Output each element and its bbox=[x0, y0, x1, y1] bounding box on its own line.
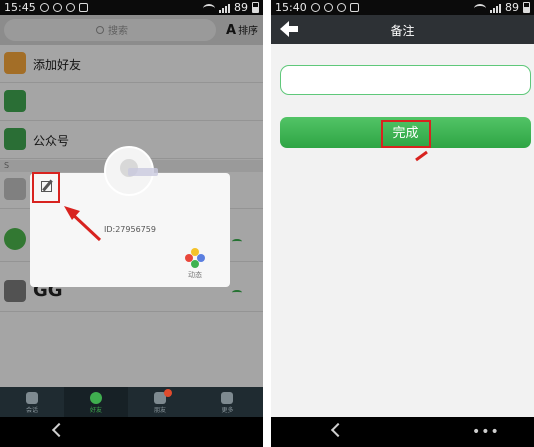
system-nav-bar: ••• bbox=[271, 417, 534, 447]
friends-screen: 15:45 89 搜索 A 排序 添加好友 公众号 S GG ID:279567… bbox=[0, 0, 263, 447]
more-icon bbox=[221, 392, 233, 404]
tab-bar: 会话 好友 朋友 更多 bbox=[0, 387, 263, 417]
tab-label: 好友 bbox=[89, 407, 102, 414]
tab-label: 朋友 bbox=[153, 407, 166, 414]
annotation-arrow bbox=[415, 150, 428, 162]
tab-more[interactable]: 更多 bbox=[192, 387, 263, 417]
tab-label: 会话 bbox=[25, 407, 38, 414]
notification-badge bbox=[164, 389, 172, 397]
chat-icon bbox=[26, 392, 38, 404]
remark-screen: 15:40 89 备注 完成 ••• bbox=[271, 0, 534, 447]
more-options-icon[interactable]: ••• bbox=[472, 424, 500, 440]
tab-label: 更多 bbox=[221, 407, 234, 414]
arrow-shaft bbox=[415, 150, 428, 162]
tab-friends[interactable]: 好友 bbox=[64, 387, 128, 417]
back-icon[interactable] bbox=[330, 422, 346, 438]
system-nav-bar bbox=[0, 417, 263, 447]
friends-icon bbox=[90, 392, 102, 404]
back-icon[interactable] bbox=[51, 422, 67, 438]
tab-chats[interactable]: 会话 bbox=[0, 387, 64, 417]
annotation-arrow bbox=[64, 206, 102, 242]
tab-moments[interactable]: 朋友 bbox=[128, 387, 192, 417]
